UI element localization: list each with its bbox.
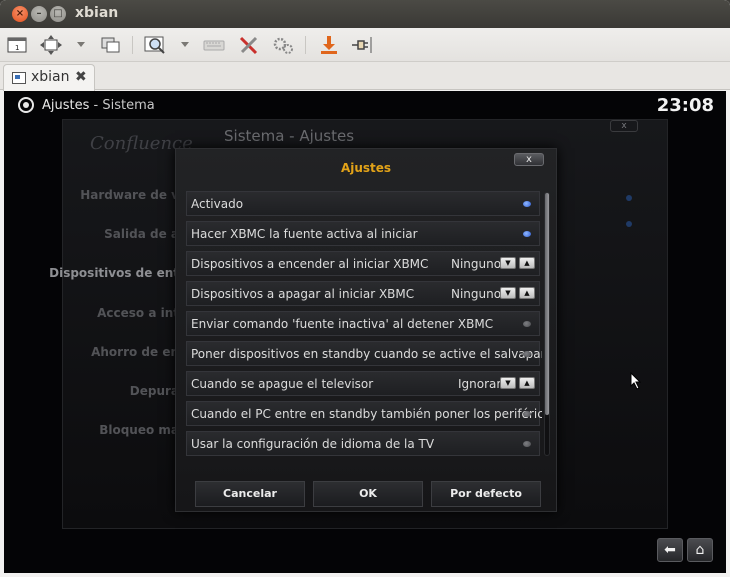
title-bar: × – □ xbian [0, 0, 730, 28]
breadcrumb-subsection: - Sistema [93, 98, 155, 113]
radio-off-icon[interactable] [523, 321, 531, 327]
clock: 23:08 [656, 95, 714, 116]
setting-label: Usar la configuración de idioma de la TV [191, 437, 435, 451]
menu-item[interactable]: Salida de a [64, 227, 179, 241]
download-icon[interactable] [318, 35, 340, 55]
menu-item[interactable]: Bloqueo ma [64, 423, 179, 437]
setting-row-fuente-activa[interactable]: Hacer XBMC la fuente activa al iniciar [186, 221, 540, 246]
windows-icon[interactable] [100, 35, 122, 55]
screen-icon [12, 72, 26, 84]
menu-item[interactable]: Acceso a int [64, 306, 179, 320]
setting-row-apagar[interactable]: Dispositivos a apagar al iniciar XBMC Ni… [186, 281, 540, 306]
scrollbar-thumb[interactable] [545, 193, 549, 415]
breadcrumb-section: Ajustes [42, 98, 90, 113]
menu-item-active[interactable]: Dispositivos de ent [17, 266, 179, 280]
cancel-button[interactable]: Cancelar [195, 481, 305, 507]
setting-row-apague-televisor[interactable]: Cuando se apague el televisor Ignorar ▼ … [186, 371, 540, 396]
setting-value: Ignorar [458, 377, 502, 391]
window-icon[interactable]: 1 [6, 35, 28, 55]
settings-dialog: Ajustes x Activado Hacer XBMC la fuente … [175, 148, 557, 512]
radio-on-icon[interactable] [523, 201, 531, 207]
setting-row-idioma-tv[interactable]: Usar la configuración de idioma de la TV [186, 431, 540, 456]
settings-icon[interactable] [272, 35, 294, 55]
toolbar-separator [305, 36, 306, 54]
setting-row-standby-salvapantallas[interactable]: Poner dispositivos en standby cuando se … [186, 341, 542, 366]
zoom-icon[interactable] [144, 35, 166, 55]
tools-icon[interactable] [238, 35, 260, 55]
spin-down-icon[interactable]: ▼ [500, 377, 516, 389]
setting-row-fuente-inactiva[interactable]: Enviar comando 'fuente inactiva' al dete… [186, 311, 540, 336]
move-dropdown-arrow[interactable] [77, 42, 85, 47]
settings-list: Activado Hacer XBMC la fuente activa al … [186, 189, 542, 457]
toolbar-separator [132, 36, 133, 54]
close-window-button[interactable]: × [12, 6, 28, 22]
menu-item[interactable]: Depura [64, 384, 179, 398]
spin-down-icon[interactable]: ▼ [500, 257, 516, 269]
tab-close-icon[interactable]: ✖ [75, 69, 87, 85]
menu-item[interactable]: Hardware de v [64, 188, 179, 202]
setting-row-activado[interactable]: Activado [186, 191, 540, 216]
setting-value: Ninguno [451, 287, 502, 301]
plug-icon[interactable] [350, 35, 372, 55]
default-button[interactable]: Por defecto [431, 481, 541, 507]
gear-icon [18, 97, 34, 113]
tab-label: xbian [31, 69, 70, 85]
ok-button[interactable]: OK [313, 481, 423, 507]
dialog-title: Ajustes [340, 161, 392, 175]
setting-label: Poner dispositivos en standby cuando se … [191, 347, 542, 361]
background-title: Sistema - Ajustes [224, 127, 355, 145]
setting-label: Hacer XBMC la fuente activa al iniciar [191, 227, 418, 241]
radio-off-icon[interactable] [523, 411, 531, 417]
spin-up-icon[interactable]: ▲ [519, 257, 535, 269]
setting-label: Activado [191, 197, 244, 211]
app-window: × – □ xbian 1 xbian ✖ Ajustes - Sistema … [0, 0, 730, 577]
setting-value: Ninguno [451, 257, 502, 271]
back-arrow-icon[interactable]: ⬅ [657, 538, 683, 562]
radio-off-icon[interactable] [523, 351, 531, 357]
keyboard-icon[interactable] [203, 35, 225, 55]
minimize-window-button[interactable]: – [31, 6, 47, 22]
background-radio-icon [626, 221, 632, 227]
radio-on-icon[interactable] [523, 231, 531, 237]
svg-text:1: 1 [15, 44, 19, 52]
window-title: xbian [75, 5, 119, 21]
mouse-cursor-icon [630, 372, 642, 390]
spin-down-icon[interactable]: ▼ [500, 287, 516, 299]
toolbar: 1 [0, 28, 730, 62]
setting-row-perifericos[interactable]: Cuando el PC entre en standby también po… [186, 401, 542, 426]
remote-screen[interactable]: Ajustes - Sistema 23:08 Confluence Siste… [4, 91, 726, 573]
spin-up-icon[interactable]: ▲ [519, 377, 535, 389]
background-close-button[interactable]: x [610, 120, 638, 132]
setting-label: Enviar comando 'fuente inactiva' al dete… [191, 317, 494, 331]
radio-off-icon[interactable] [523, 441, 531, 447]
setting-row-encender[interactable]: Dispositivos a encender al iniciar XBMC … [186, 251, 540, 276]
home-icon[interactable]: ⌂ [687, 538, 713, 562]
menu-item[interactable]: Ahorro de en [64, 345, 179, 359]
setting-label: Cuando el PC entre en standby también po… [191, 407, 542, 421]
setting-label: Cuando se apague el televisor [191, 377, 374, 391]
tab-bar: xbian ✖ [0, 62, 730, 91]
spin-up-icon[interactable]: ▲ [519, 287, 535, 299]
scrollbar[interactable] [544, 192, 550, 456]
move-icon[interactable] [40, 35, 62, 55]
zoom-dropdown-arrow[interactable] [181, 42, 189, 47]
maximize-window-button[interactable]: □ [50, 6, 66, 22]
dialog-close-button[interactable]: x [514, 153, 544, 166]
setting-label: Dispositivos a apagar al iniciar XBMC [191, 287, 415, 301]
background-radio-icon [626, 195, 632, 201]
tab-xbian[interactable]: xbian ✖ [3, 64, 95, 91]
breadcrumb: Ajustes - Sistema [42, 98, 155, 113]
setting-label: Dispositivos a encender al iniciar XBMC [191, 257, 429, 271]
